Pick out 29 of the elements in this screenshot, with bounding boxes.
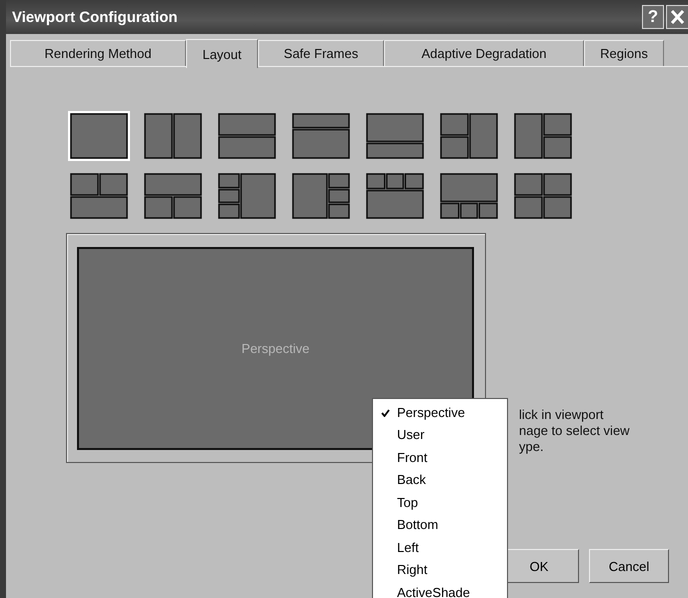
layout-option[interactable] bbox=[290, 111, 352, 161]
layout-option[interactable] bbox=[290, 171, 352, 221]
layout-option[interactable] bbox=[216, 111, 278, 161]
layout-option[interactable] bbox=[512, 111, 574, 161]
layout-option[interactable] bbox=[438, 171, 500, 221]
layout-option[interactable] bbox=[512, 171, 574, 221]
menu-item[interactable]: ActiveShade bbox=[373, 581, 507, 598]
close-icon[interactable] bbox=[666, 5, 688, 29]
layout-option[interactable] bbox=[142, 171, 204, 221]
layout-option[interactable] bbox=[216, 171, 278, 221]
hint-text: lick in viewport nage to select view ype. bbox=[518, 407, 631, 455]
layout-option[interactable] bbox=[142, 111, 204, 161]
tab[interactable]: Layout bbox=[186, 39, 258, 68]
layout-option[interactable] bbox=[438, 111, 500, 161]
tab[interactable]: Rendering Method bbox=[10, 40, 186, 66]
tab[interactable]: Safe Frames bbox=[258, 40, 384, 66]
help-button[interactable]: ? bbox=[642, 5, 664, 29]
layout-option[interactable] bbox=[68, 171, 130, 221]
viewport-label: Perspective bbox=[242, 341, 310, 356]
tab[interactable]: Regions bbox=[584, 40, 664, 66]
tab[interactable]: Adaptive Degradation bbox=[384, 40, 584, 66]
menu-item[interactable]: Back bbox=[373, 468, 507, 491]
menu-item[interactable]: Top bbox=[373, 491, 507, 514]
layout-option[interactable] bbox=[364, 111, 426, 161]
layout-option[interactable] bbox=[364, 171, 426, 221]
window-title: Viewport Configuration bbox=[12, 8, 178, 26]
dialog-button[interactable]: Cancel bbox=[589, 549, 669, 583]
layout-option[interactable] bbox=[68, 111, 130, 161]
menu-item[interactable]: Bottom bbox=[373, 514, 507, 536]
